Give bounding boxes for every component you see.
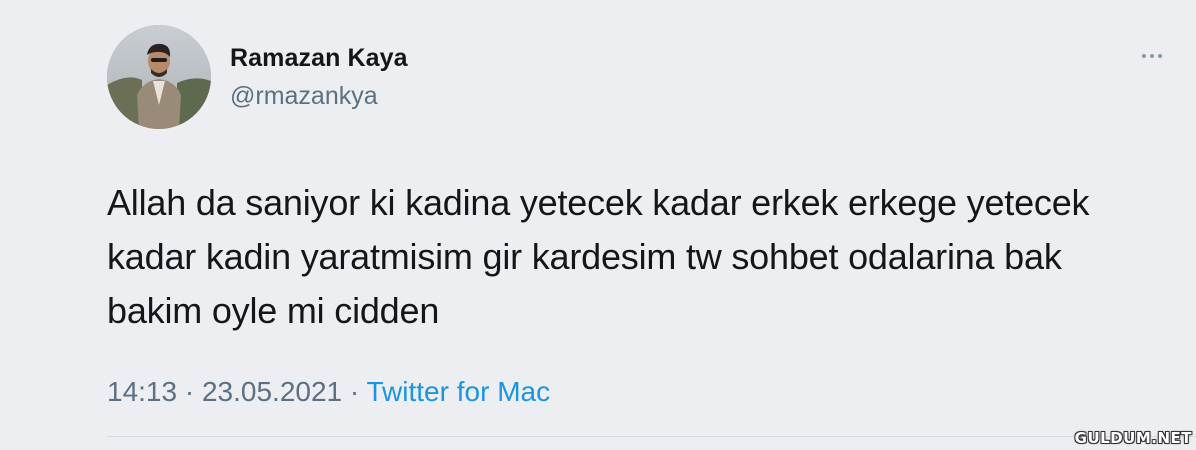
tweet-text-line: kadar kadin yaratmisim gir kardesim tw s… bbox=[107, 236, 1062, 277]
meta-separator: · bbox=[177, 376, 202, 407]
tweet-meta: 14:13 · 23.05.2021 · Twitter for Mac bbox=[107, 376, 550, 408]
tweet-text-line: Allah da saniyor ki kadina yetecek kadar… bbox=[107, 182, 1090, 223]
user-handle[interactable]: @rmazankya bbox=[230, 82, 378, 111]
meta-separator: · bbox=[342, 376, 367, 407]
tweet-text-line: bakim oyle mi cidden bbox=[107, 290, 440, 331]
tweet-text: Allah da saniyor ki kadina yetecek kadar… bbox=[107, 176, 1167, 338]
tweet-source-link[interactable]: Twitter for Mac bbox=[367, 376, 551, 407]
display-name[interactable]: Ramazan Kaya bbox=[230, 44, 408, 73]
avatar-photo bbox=[107, 25, 211, 129]
tweet-card: Ramazan Kaya @rmazankya Allah da saniyor… bbox=[0, 0, 1196, 450]
dot-icon bbox=[1150, 54, 1154, 58]
dot-icon bbox=[1142, 54, 1146, 58]
tweet-time[interactable]: 14:13 bbox=[107, 376, 177, 407]
more-options-icon[interactable] bbox=[1142, 52, 1162, 60]
tweet-date[interactable]: 23.05.2021 bbox=[202, 376, 342, 407]
divider bbox=[107, 436, 1196, 437]
watermark: GULDUM.NET bbox=[1074, 429, 1192, 447]
profile-avatar[interactable] bbox=[107, 25, 211, 129]
dot-icon bbox=[1158, 54, 1162, 58]
